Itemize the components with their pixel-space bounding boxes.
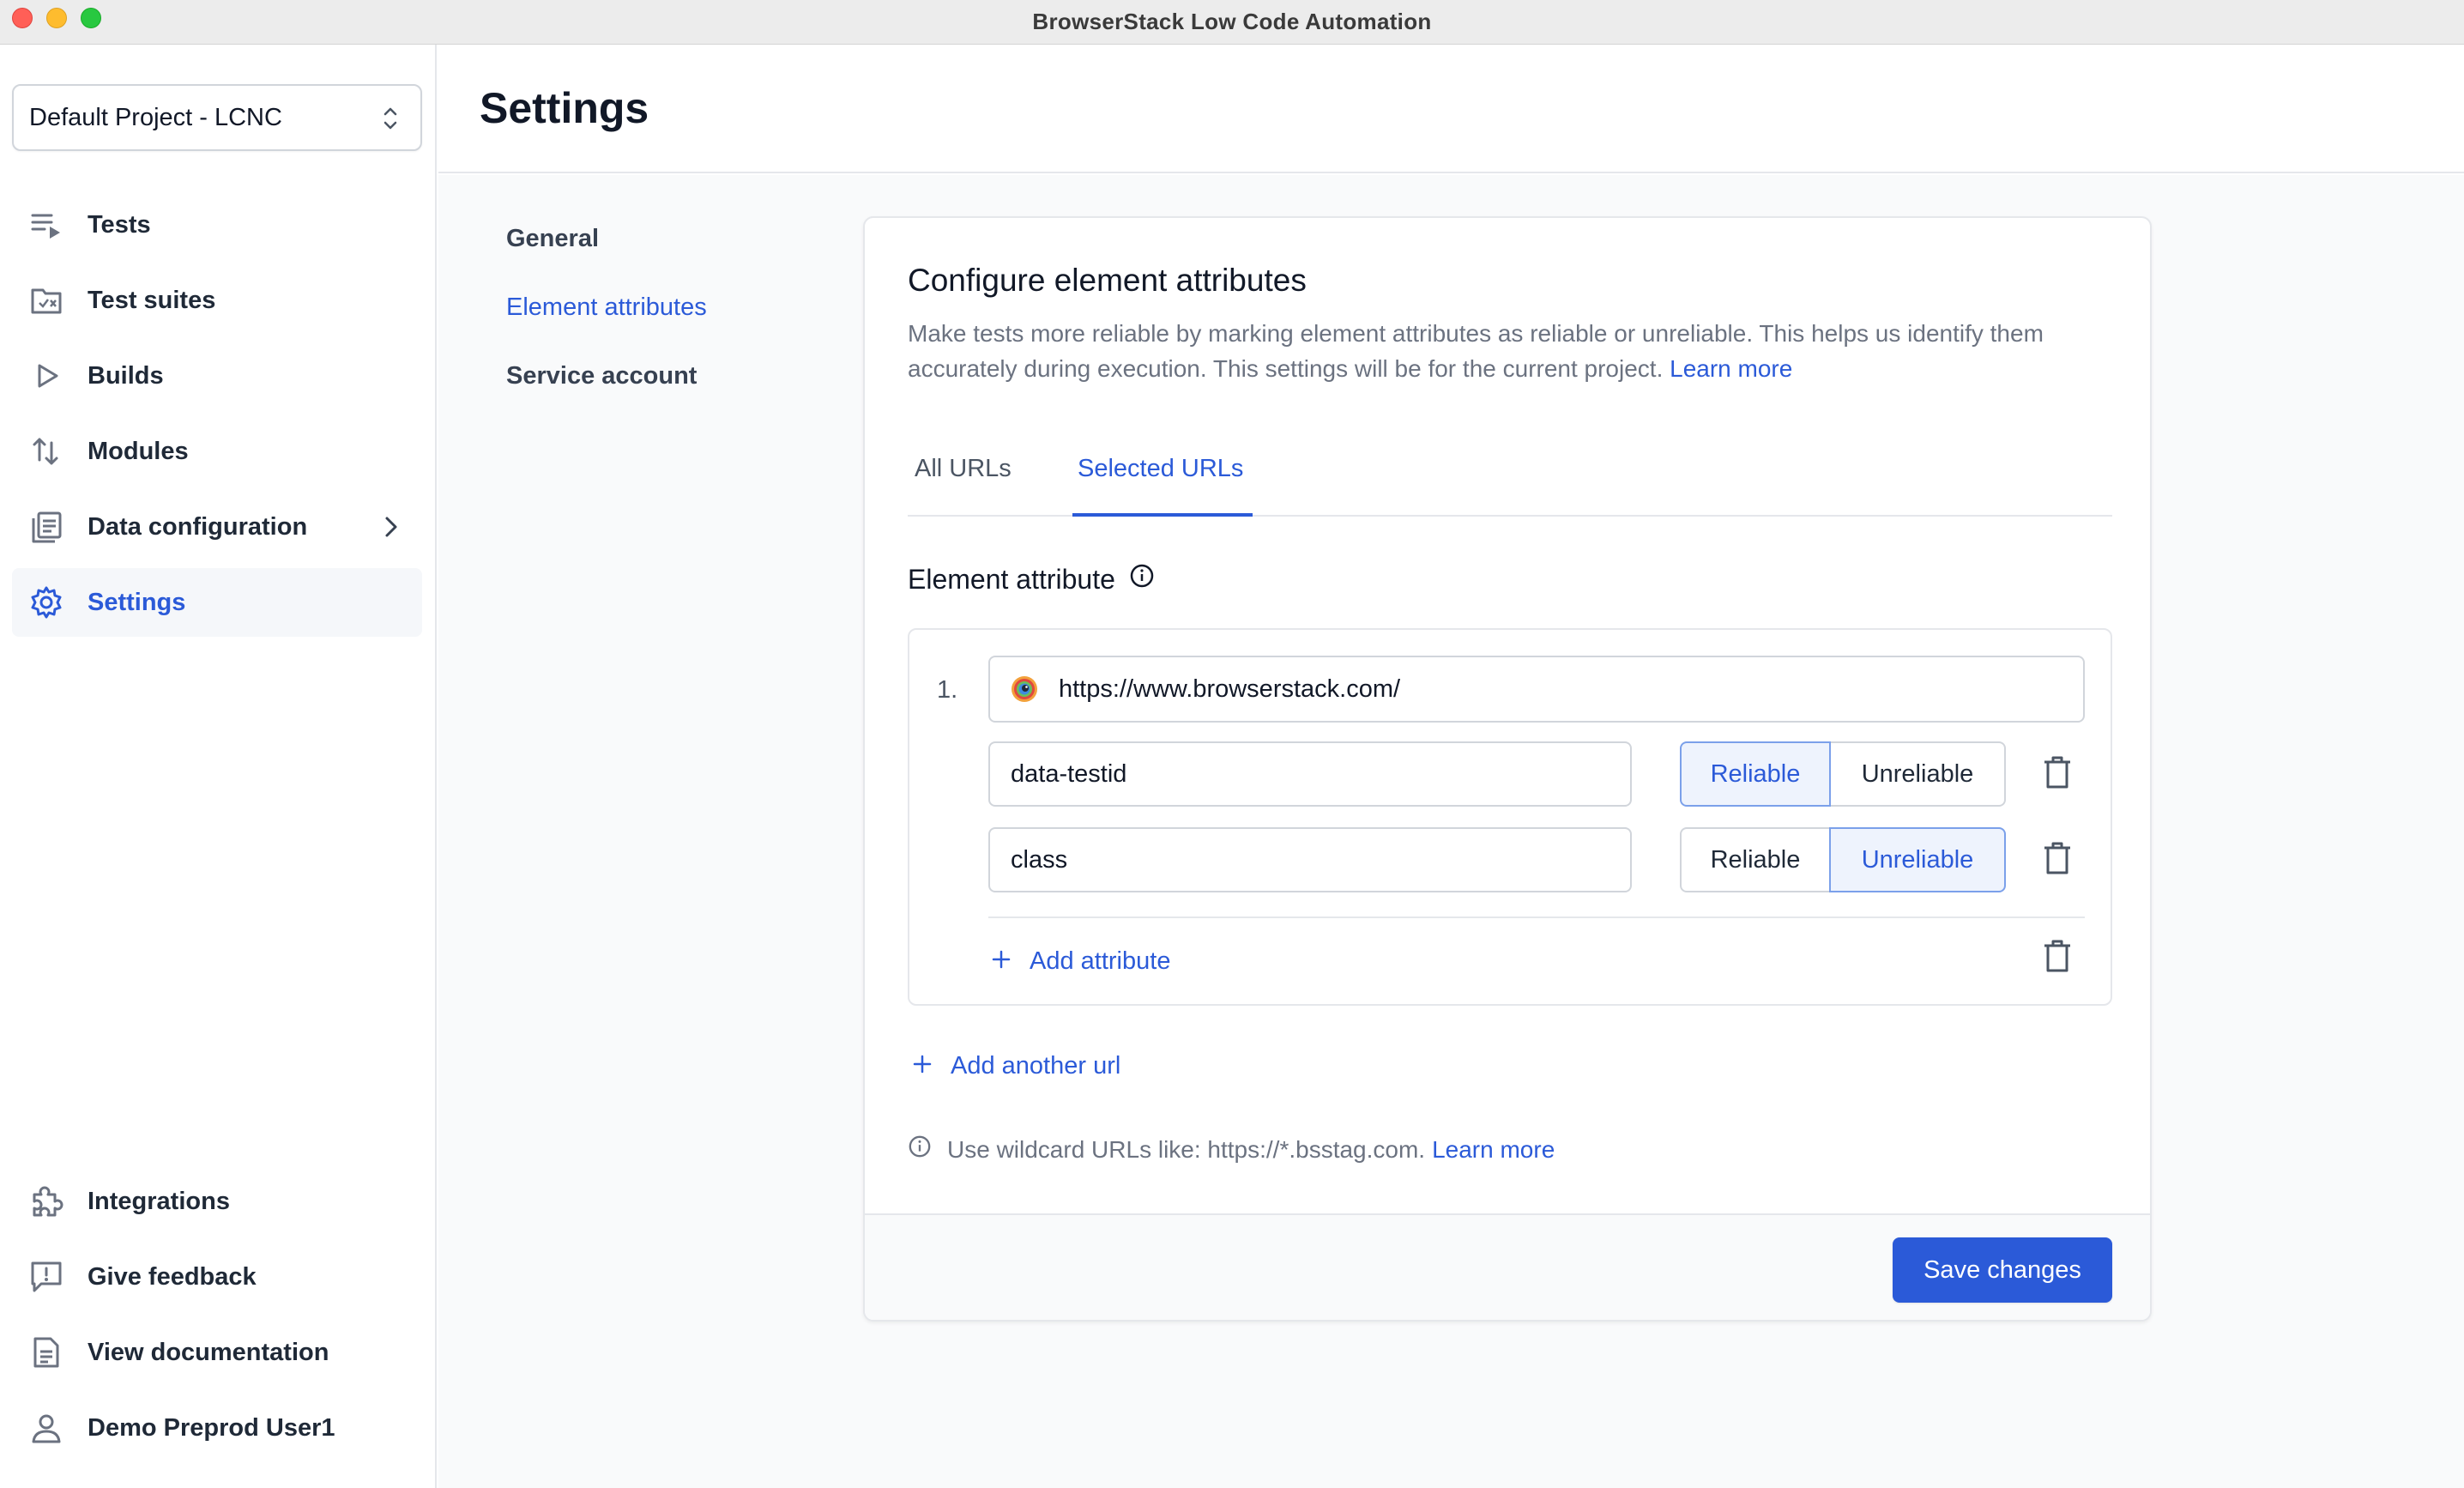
unreliable-option[interactable]: Unreliable xyxy=(1831,741,2006,807)
element-attributes-card: Configure element attributes Make tests … xyxy=(863,216,2152,1322)
page-title: Settings xyxy=(480,84,649,132)
delete-url-button[interactable] xyxy=(2040,939,2074,977)
attribute-name-value: data-testid xyxy=(1011,759,1127,788)
active-tab-indicator xyxy=(1072,513,1253,517)
window-controls xyxy=(12,8,101,28)
sidebar-item-tests[interactable]: Tests xyxy=(12,191,422,259)
wildcard-hint: Use wildcard URLs like: https://*.bsstag… xyxy=(908,1134,1555,1164)
url-input-value: https://www.browserstack.com/ xyxy=(1059,674,1401,703)
settings-nav-service-account[interactable]: Service account xyxy=(506,362,697,390)
trash-icon xyxy=(2043,755,2072,794)
url-entry: 1. https://www.browserstack.com/ data-te… xyxy=(908,628,2112,1006)
data-stack-icon xyxy=(29,510,63,544)
sidebar-item-label: Data configuration xyxy=(88,512,308,541)
trash-icon xyxy=(2043,841,2072,880)
page-header: Settings xyxy=(438,45,2464,173)
add-attribute-label: Add attribute xyxy=(1030,947,1171,975)
plus-icon xyxy=(992,947,1011,976)
feedback-icon xyxy=(29,1260,63,1294)
arrows-updown-icon xyxy=(29,434,63,469)
window-titlebar: BrowserStack Low Code Automation xyxy=(0,0,2464,45)
add-attribute-button[interactable]: Add attribute xyxy=(992,947,1170,976)
url-input[interactable]: https://www.browserstack.com/ xyxy=(988,656,2085,723)
list-play-icon xyxy=(29,208,63,242)
minimize-window-button[interactable] xyxy=(46,8,67,28)
play-icon xyxy=(29,359,63,393)
settings-nav-general[interactable]: General xyxy=(506,225,599,253)
sidebar-item-label: Demo Preprod User1 xyxy=(88,1413,335,1442)
gear-icon xyxy=(29,585,63,620)
sidebar-item-modules[interactable]: Modules xyxy=(12,417,422,486)
trash-icon xyxy=(2043,939,2072,977)
sidebar: Default Project - LCNC Tests Test suites… xyxy=(0,45,437,1488)
plus-icon xyxy=(913,1052,932,1080)
info-icon xyxy=(908,1134,932,1164)
reliability-toggle: Reliable Unreliable xyxy=(1680,827,2006,892)
section-title-text: Element attribute xyxy=(908,563,1115,595)
user-icon xyxy=(29,1411,63,1445)
attribute-name-input[interactable]: class xyxy=(988,827,1632,892)
chevron-right-icon[interactable] xyxy=(383,513,400,547)
card-description-text: Make tests more reliable by marking elem… xyxy=(908,320,2044,382)
reliable-option[interactable]: Reliable xyxy=(1680,741,1831,807)
maximize-window-button[interactable] xyxy=(81,8,101,28)
puzzle-icon xyxy=(29,1184,63,1219)
sidebar-item-label: Modules xyxy=(88,437,189,465)
sidebar-item-label: Tests xyxy=(88,210,151,239)
attribute-divider xyxy=(988,916,2085,918)
sidebar-item-data-configuration[interactable]: Data configuration xyxy=(12,493,422,561)
sidebar-item-builds[interactable]: Builds xyxy=(12,342,422,410)
project-select-value: Default Project - LCNC xyxy=(29,103,282,131)
close-window-button[interactable] xyxy=(12,8,33,28)
attribute-name-input[interactable]: data-testid xyxy=(988,741,1632,807)
project-select[interactable]: Default Project - LCNC xyxy=(12,84,422,151)
attribute-name-value: class xyxy=(1011,845,1068,874)
favicon-icon xyxy=(1011,675,1038,703)
add-another-url-label: Add another url xyxy=(951,1052,1121,1080)
settings-nav-element-attributes[interactable]: Element attributes xyxy=(506,293,707,322)
delete-attribute-button[interactable] xyxy=(2040,841,2074,879)
sidebar-item-label: Test suites xyxy=(88,286,216,314)
reliability-toggle: Reliable Unreliable xyxy=(1680,741,2006,807)
folder-check-icon xyxy=(29,283,63,318)
wildcard-hint-text: Use wildcard URLs like: https://*.bsstag… xyxy=(947,1135,1426,1163)
hint-learn-more-link[interactable]: Learn more xyxy=(1432,1136,1555,1164)
sidebar-item-label: Integrations xyxy=(88,1187,230,1215)
chevron-up-down-icon xyxy=(383,105,398,139)
section-title: Element attribute xyxy=(908,563,1155,596)
sidebar-item-label: View documentation xyxy=(88,1338,329,1366)
delete-attribute-button[interactable] xyxy=(2040,755,2074,793)
sidebar-item-give-feedback[interactable]: Give feedback xyxy=(12,1243,422,1311)
tab-all-urls[interactable]: All URLs xyxy=(915,455,1012,483)
card-title: Configure element attributes xyxy=(908,263,1307,298)
sidebar-item-label: Give feedback xyxy=(88,1262,257,1291)
document-icon xyxy=(29,1335,63,1370)
sidebar-item-label: Settings xyxy=(88,588,186,616)
url-entry-index: 1. xyxy=(937,676,958,704)
sidebar-item-settings[interactable]: Settings xyxy=(12,568,422,637)
sidebar-item-test-suites[interactable]: Test suites xyxy=(12,266,422,335)
sidebar-item-label: Builds xyxy=(88,361,164,390)
card-description: Make tests more reliable by marking elem… xyxy=(908,316,2092,386)
sidebar-item-user-profile[interactable]: Demo Preprod User1 xyxy=(12,1394,422,1462)
learn-more-link[interactable]: Learn more xyxy=(1670,355,1792,382)
save-changes-button[interactable]: Save changes xyxy=(1893,1237,2112,1303)
info-icon[interactable] xyxy=(1129,563,1155,596)
add-another-url-button[interactable]: Add another url xyxy=(913,1052,1120,1080)
unreliable-option[interactable]: Unreliable xyxy=(1829,827,2006,892)
sidebar-item-view-documentation[interactable]: View documentation xyxy=(12,1318,422,1387)
sidebar-item-integrations[interactable]: Integrations xyxy=(12,1167,422,1236)
tab-selected-urls[interactable]: Selected URLs xyxy=(1078,455,1243,483)
reliable-option[interactable]: Reliable xyxy=(1680,827,1831,892)
window-title: BrowserStack Low Code Automation xyxy=(1032,9,1432,34)
card-footer: Save changes xyxy=(865,1213,2150,1320)
